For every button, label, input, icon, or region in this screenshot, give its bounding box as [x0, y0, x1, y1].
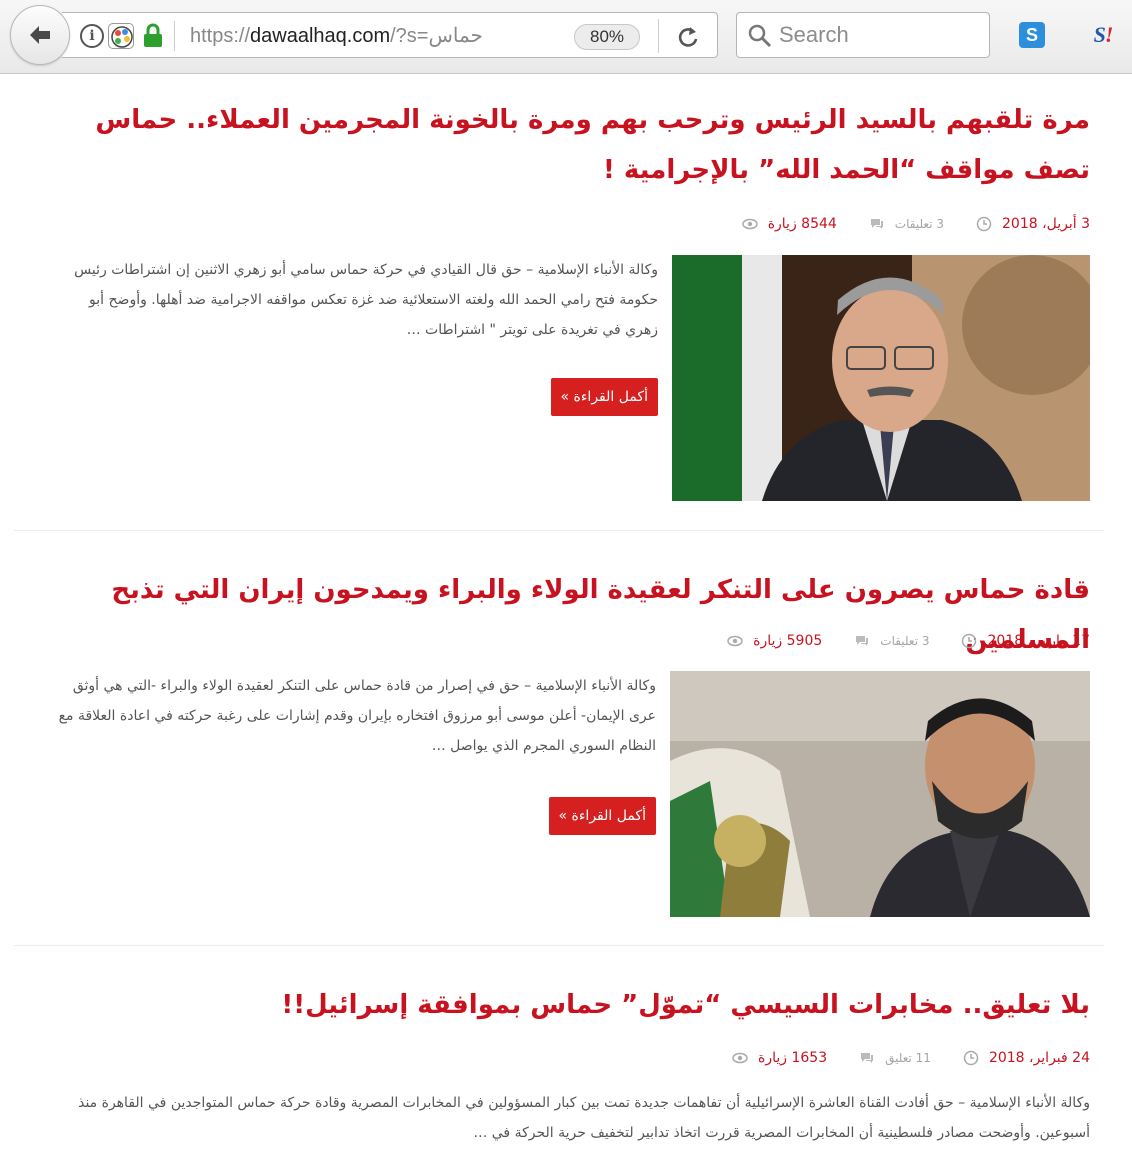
- search-input[interactable]: [779, 19, 979, 51]
- eye-icon: [727, 635, 743, 647]
- article-meta: 3 أبريل، 2018 3 تعليقات 8544 زيارة: [741, 212, 1090, 236]
- article-date: 17 مارس، 2018: [987, 633, 1090, 649]
- back-button[interactable]: [10, 5, 70, 65]
- eye-icon: [741, 218, 758, 230]
- extension-s-icon[interactable]: S: [1019, 22, 1045, 48]
- eye-icon: [732, 1052, 748, 1064]
- article-thumbnail[interactable]: [670, 671, 1090, 917]
- article-date: 3 أبريل، 2018: [1002, 216, 1090, 232]
- clock-icon: [963, 1050, 979, 1066]
- article-excerpt: وكالة الأنباء الإسلامية – حق أفادت القنا…: [78, 1095, 1090, 1141]
- article-views: 1653 زيارة: [758, 1050, 828, 1066]
- info-icon[interactable]: i: [80, 24, 104, 48]
- article-2: قادة حماس يصرون على التنكر لعقيدة الولاء…: [14, 565, 1104, 945]
- article-views: 5905 زيارة: [753, 633, 823, 649]
- url-text[interactable]: https://dawaalhaq.com/?s=حماس: [190, 23, 483, 48]
- article-views: 8544 زيارة: [767, 216, 837, 232]
- address-bar[interactable]: i https://dawaalhaq.com/?s=حماس 80%: [62, 12, 718, 58]
- lock-icon[interactable]: [142, 23, 164, 49]
- article-3: بلا تعليق.. مخابرات السيسي “تموّل” حماس …: [14, 980, 1104, 1151]
- comments-icon: [856, 636, 869, 646]
- article-divider: [14, 530, 1104, 531]
- read-more-button[interactable]: أكمل القراءة »: [550, 378, 658, 416]
- back-arrow-icon: [30, 26, 50, 44]
- browser-toolbar: i https://dawaalhaq.com/?s=حماس 80% Sear…: [0, 0, 1132, 74]
- comments-icon: [870, 219, 883, 229]
- url-separator: [174, 21, 175, 51]
- article-meta: 17 مارس، 2018 3 تعليقات 5905 زيارة: [727, 629, 1090, 653]
- clock-icon: [962, 633, 977, 649]
- article-title[interactable]: مرة تلقبهم بالسيد الرئيس وترحب بهم ومرة …: [30, 95, 1090, 195]
- article-comments[interactable]: 11 تعليق: [885, 1051, 931, 1065]
- article-title[interactable]: بلا تعليق.. مخابرات السيسي “تموّل” حماس …: [30, 980, 1090, 1030]
- article-comments[interactable]: 3 تعليقات: [895, 217, 944, 231]
- article-excerpt: وكالة الأنباء الإسلامية – حق قال القيادي…: [74, 262, 658, 338]
- article-meta: 24 فبراير، 2018 11 تعليق 1653 زيارة: [732, 1046, 1090, 1070]
- read-more-button[interactable]: أكمل القراءة »: [548, 797, 656, 835]
- search-icon: [748, 24, 772, 48]
- reload-separator: [658, 19, 659, 53]
- article-excerpt: وكالة الأنباء الإسلامية – حق في إصرار من…: [58, 678, 656, 754]
- extension-sj-icon[interactable]: S!: [1086, 20, 1120, 50]
- site-favicon-icon: [108, 23, 134, 49]
- article-divider: [14, 945, 1104, 946]
- article-1: مرة تلقبهم بالسيد الرئيس وترحب بهم ومرة …: [14, 75, 1104, 530]
- article-comments[interactable]: 3 تعليقات: [880, 634, 929, 648]
- comments-icon: [861, 1053, 874, 1063]
- reload-icon[interactable]: [674, 23, 702, 51]
- zoom-indicator[interactable]: 80%: [574, 24, 640, 50]
- search-box[interactable]: [736, 12, 990, 58]
- article-date: 24 فبراير، 2018: [988, 1050, 1090, 1066]
- article-thumbnail[interactable]: [672, 255, 1090, 501]
- clock-icon: [976, 216, 992, 232]
